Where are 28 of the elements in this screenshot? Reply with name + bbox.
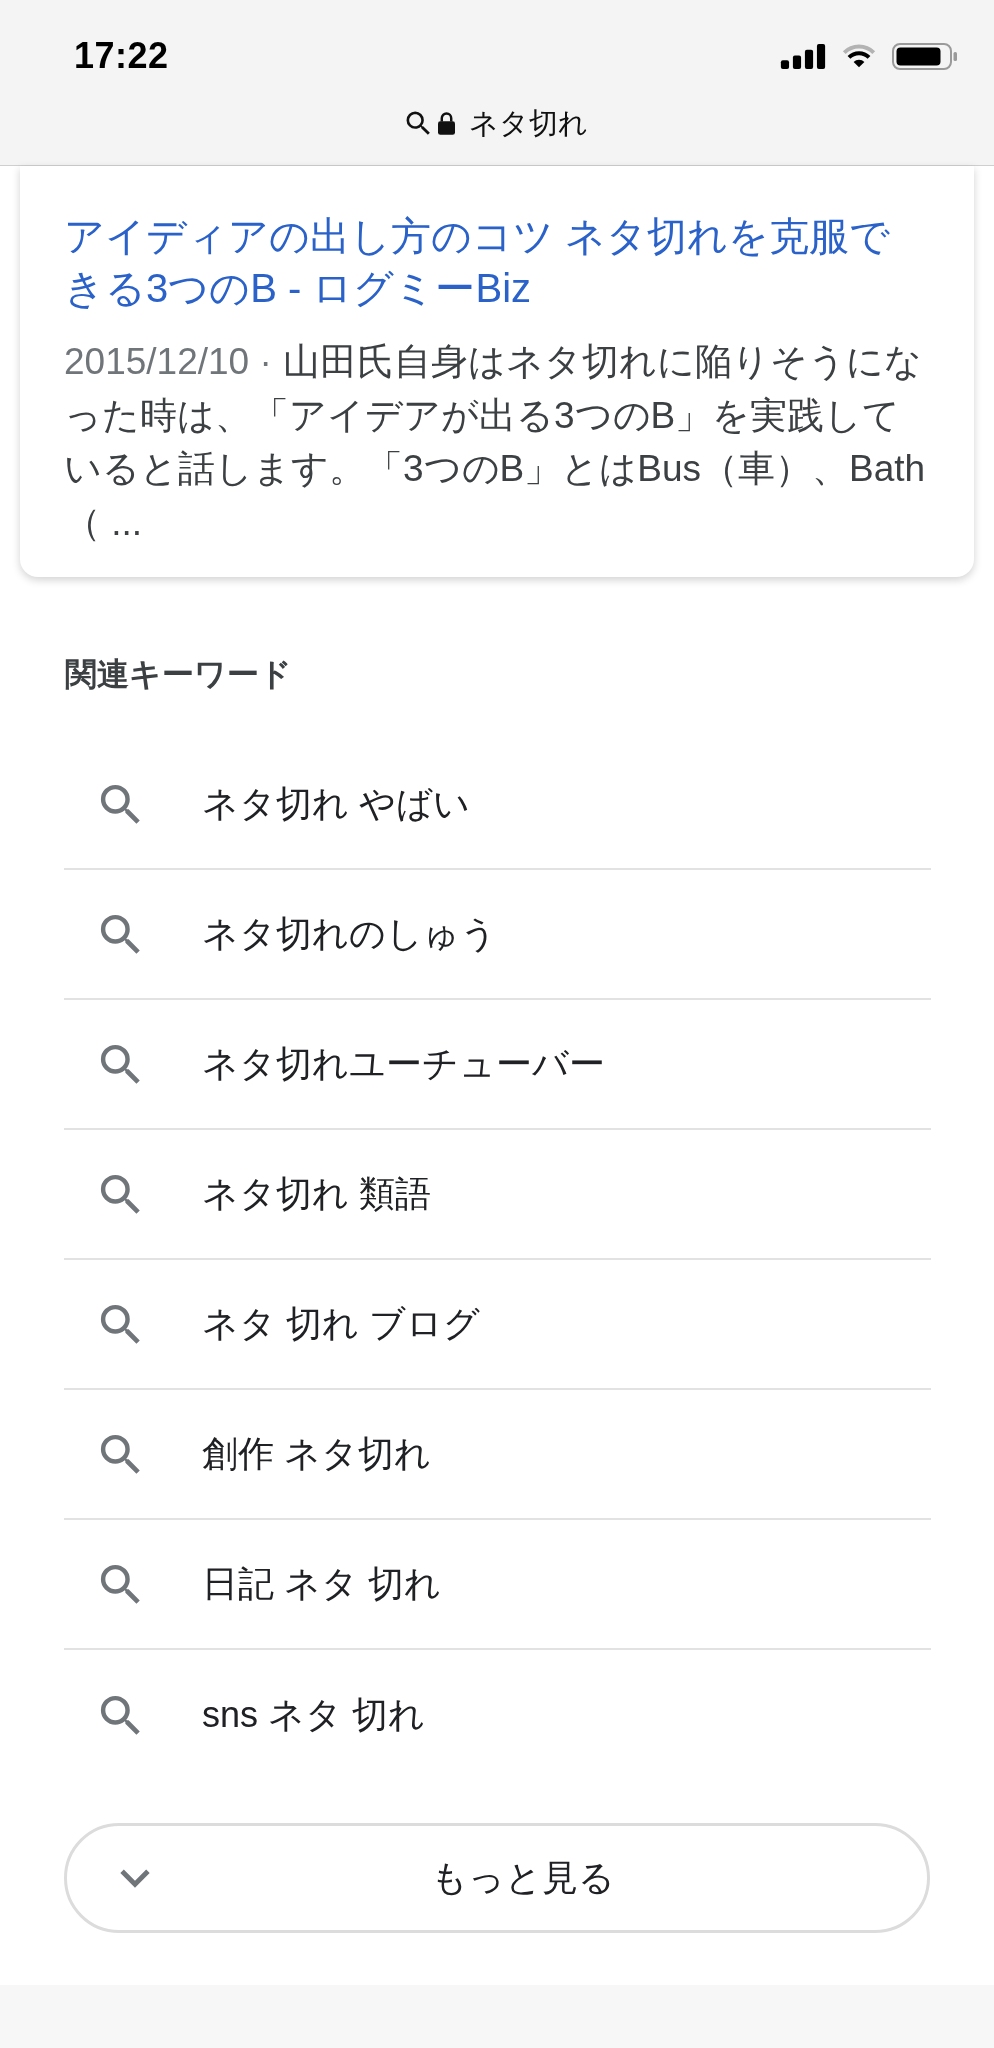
related-search-link[interactable]: ネタ切れ 類語 xyxy=(64,1130,931,1260)
search-icon xyxy=(100,784,140,824)
related-search-link[interactable]: ネタ切れのしゅう xyxy=(64,870,931,1000)
search-icon xyxy=(100,1695,140,1735)
related-search-link[interactable]: 日記 ネタ 切れ xyxy=(64,1520,931,1650)
more-button[interactable]: もっと見る xyxy=(64,1823,930,1933)
search-icon xyxy=(100,1564,140,1604)
related-search-link[interactable]: ネタ 切れ ブログ xyxy=(64,1260,931,1390)
related-search-link[interactable]: ネタ切れユーチューバー xyxy=(64,1000,931,1130)
chevron-down-icon xyxy=(119,1868,151,1888)
search-icon xyxy=(100,1434,140,1474)
status-time: 17:22 xyxy=(74,34,169,78)
related-search-link[interactable]: 創作 ネタ切れ xyxy=(64,1390,931,1520)
section-heading: 関連キーワード xyxy=(65,655,293,694)
search-icon xyxy=(406,111,430,135)
search-icon xyxy=(100,1304,140,1344)
result-snippet: 2015/12/10 · 山田氏自身はネタ切れに陥りそうになった時は、「アイデアが出る3つのB」を実践していると話します。「3つのB」とはBus（車）、Bath（ ... xyxy=(64,340,927,545)
wifi-icon xyxy=(842,43,876,69)
signal-icon xyxy=(780,43,826,69)
related-search-link[interactable]: ネタ切れ やばい xyxy=(64,740,931,870)
related-search-link[interactable]: sns ネタ 切れ xyxy=(64,1650,931,1780)
search-icon xyxy=(100,914,140,954)
battery-icon xyxy=(892,42,958,70)
address-bar[interactable]: ネタ切れ xyxy=(402,103,592,143)
result-title-link[interactable]: アイディアの出し方のコツ ネタ切れを克服できる3つのB - ログミーBiz xyxy=(64,210,930,314)
search-icon xyxy=(100,1174,140,1214)
lock-icon xyxy=(438,111,455,135)
search-icon xyxy=(100,1044,140,1084)
